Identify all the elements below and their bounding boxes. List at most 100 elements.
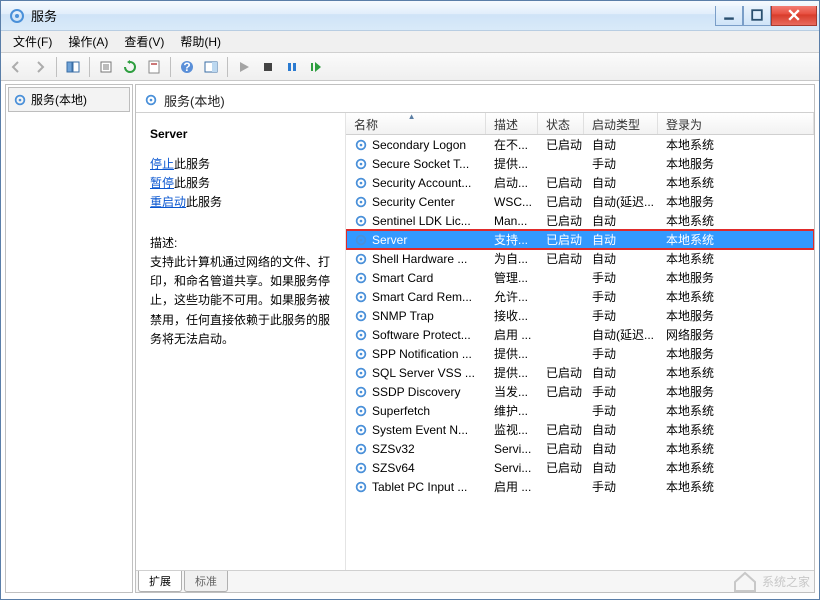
service-logon: 本地服务: [662, 307, 814, 324]
service-startup: 自动: [588, 440, 662, 457]
service-logon: 本地系统: [662, 478, 814, 495]
service-row[interactable]: Tablet PC Input ...启用 ...手动本地系统: [346, 477, 814, 496]
service-logon: 本地系统: [662, 174, 814, 191]
service-row[interactable]: SSDP Discovery当发...已启动手动本地服务: [346, 382, 814, 401]
service-row[interactable]: Server支持...已启动自动本地系统: [346, 230, 814, 249]
service-row[interactable]: Security Account...启动...已启动自动本地系统: [346, 173, 814, 192]
service-row[interactable]: SZSv32Servi...已启动自动本地系统: [346, 439, 814, 458]
service-startup: 手动: [588, 269, 662, 286]
detail-pane: Server 停止此服务 暂停此服务 重启动此服务 描述: 支持此计算机通过网络…: [136, 113, 346, 570]
service-startup: 自动: [588, 250, 662, 267]
service-desc: 支持...: [490, 231, 542, 248]
tree-root-label: 服务(本地): [31, 91, 87, 108]
start-service-button[interactable]: [233, 56, 255, 78]
separator-icon: [170, 57, 171, 77]
tree-pane[interactable]: 服务(本地): [5, 84, 133, 593]
service-row[interactable]: SNMP Trap接收...手动本地服务: [346, 306, 814, 325]
service-status: 已启动: [542, 250, 588, 267]
service-startup: 自动: [588, 421, 662, 438]
properties-button[interactable]: [143, 56, 165, 78]
column-logon[interactable]: 登录为: [658, 113, 814, 134]
service-row[interactable]: Smart Card Rem...允许...手动本地系统: [346, 287, 814, 306]
service-name: Secure Socket T...: [372, 157, 469, 171]
refresh-button[interactable]: [119, 56, 141, 78]
service-row[interactable]: System Event N...监视...已启动自动本地系统: [346, 420, 814, 439]
service-startup: 手动: [588, 345, 662, 362]
pause-service-button[interactable]: [281, 56, 303, 78]
column-status[interactable]: 状态: [538, 113, 584, 134]
service-row[interactable]: Secondary Logon在不...已启动自动本地系统: [346, 135, 814, 154]
list-body[interactable]: Secondary Logon在不...已启动自动本地系统Secure Sock…: [346, 135, 814, 570]
service-row[interactable]: Smart Card管理...手动本地服务: [346, 268, 814, 287]
toolbar: ?: [1, 53, 819, 81]
action-pane-button[interactable]: [200, 56, 222, 78]
service-name: Server: [372, 233, 407, 247]
service-row[interactable]: SPP Notification ...提供...手动本地服务: [346, 344, 814, 363]
pause-link[interactable]: 暂停: [150, 176, 174, 190]
gear-icon: [354, 385, 368, 399]
service-row[interactable]: SQL Server VSS ...提供...已启动自动本地系统: [346, 363, 814, 382]
restart-link[interactable]: 重启动: [150, 195, 186, 209]
service-desc: 启用 ...: [490, 326, 542, 343]
back-button[interactable]: [5, 56, 27, 78]
show-hide-tree-button[interactable]: [62, 56, 84, 78]
restart-service-button[interactable]: [305, 56, 327, 78]
detail-service-name: Server: [150, 127, 335, 141]
service-row[interactable]: Software Protect...启用 ...自动(延迟...网络服务: [346, 325, 814, 344]
column-startup[interactable]: 启动类型: [584, 113, 658, 134]
service-row[interactable]: SZSv64Servi...已启动自动本地系统: [346, 458, 814, 477]
service-logon: 本地系统: [662, 288, 814, 305]
sort-asc-icon: ▲: [408, 112, 416, 121]
tab-extended[interactable]: 扩展: [138, 571, 182, 592]
service-row[interactable]: Superfetch维护...手动本地系统: [346, 401, 814, 420]
right-pane: 服务(本地) Server 停止此服务 暂停此服务 重启动此服务 描述: 支持此…: [135, 84, 815, 593]
tree-root-node[interactable]: 服务(本地): [8, 87, 130, 112]
service-name: Security Account...: [372, 176, 471, 190]
description-text: 支持此计算机通过网络的文件、打印，和命名管道共享。如果服务停止，这些功能不可用。…: [150, 253, 335, 349]
service-name: SZSv32: [372, 442, 415, 456]
column-desc[interactable]: 描述: [486, 113, 538, 134]
services-list: 名称▲ 描述 状态 启动类型 登录为 Secondary Logon在不...已…: [346, 113, 814, 570]
service-name: Security Center: [372, 195, 455, 209]
column-name[interactable]: 名称▲: [346, 113, 486, 134]
service-startup: 自动: [588, 364, 662, 381]
service-row[interactable]: Shell Hardware ...为自...已启动自动本地系统: [346, 249, 814, 268]
service-row[interactable]: Security CenterWSC...已启动自动(延迟...本地服务: [346, 192, 814, 211]
service-name: SSDP Discovery: [372, 385, 460, 399]
service-name: Smart Card: [372, 271, 433, 285]
export-list-button[interactable]: [95, 56, 117, 78]
service-status: 已启动: [542, 459, 588, 476]
service-logon: 本地系统: [662, 459, 814, 476]
stop-service-button[interactable]: [257, 56, 279, 78]
services-window: 服务 文件(F) 操作(A) 查看(V) 帮助(H) ?: [0, 0, 820, 600]
menu-action[interactable]: 操作(A): [60, 31, 116, 52]
service-row[interactable]: Sentinel LDK Lic...Man...已启动自动本地系统: [346, 211, 814, 230]
minimize-button[interactable]: [715, 6, 743, 26]
service-name: System Event N...: [372, 423, 468, 437]
service-name: SQL Server VSS ...: [372, 366, 475, 380]
service-logon: 本地系统: [662, 364, 814, 381]
menu-help[interactable]: 帮助(H): [172, 31, 229, 52]
service-status: 已启动: [542, 136, 588, 153]
service-startup: 自动(延迟...: [588, 326, 662, 343]
service-logon: 本地服务: [662, 155, 814, 172]
gear-icon: [354, 138, 368, 152]
service-desc: 管理...: [490, 269, 542, 286]
maximize-button[interactable]: [743, 6, 771, 26]
stop-link[interactable]: 停止: [150, 157, 174, 171]
service-row[interactable]: Secure Socket T...提供...手动本地服务: [346, 154, 814, 173]
gear-icon: [354, 480, 368, 494]
gear-icon: [354, 423, 368, 437]
service-startup: 手动: [588, 288, 662, 305]
titlebar[interactable]: 服务: [1, 1, 819, 31]
menu-file[interactable]: 文件(F): [5, 31, 60, 52]
service-logon: 网络服务: [662, 326, 814, 343]
service-logon: 本地系统: [662, 421, 814, 438]
menu-view[interactable]: 查看(V): [116, 31, 172, 52]
close-button[interactable]: [771, 6, 817, 26]
help-button[interactable]: ?: [176, 56, 198, 78]
tab-standard[interactable]: 标准: [184, 571, 228, 592]
forward-button[interactable]: [29, 56, 51, 78]
service-startup: 自动: [588, 174, 662, 191]
service-desc: 提供...: [490, 364, 542, 381]
